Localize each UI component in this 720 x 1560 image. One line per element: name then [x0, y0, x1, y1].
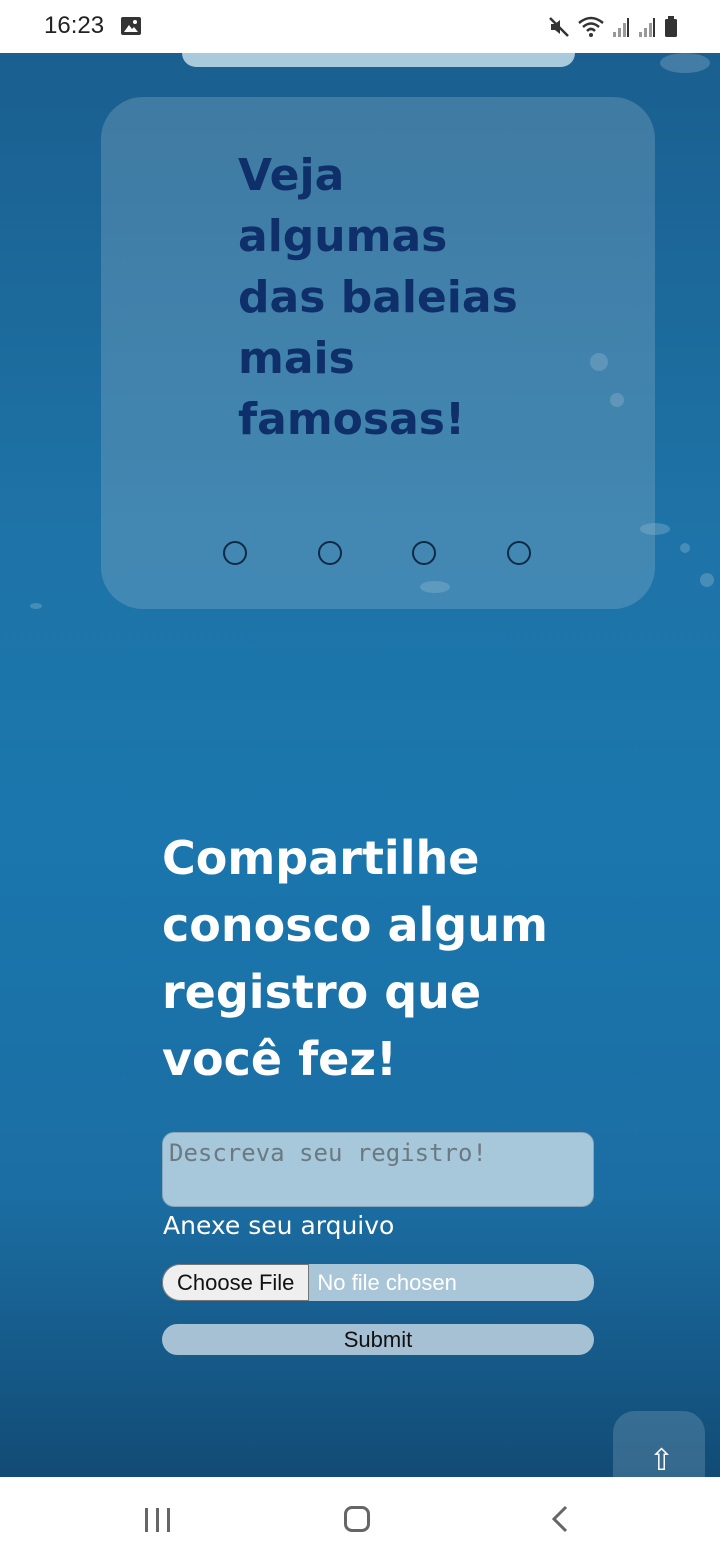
carousel-dot-4[interactable] — [507, 541, 531, 565]
status-icons — [548, 14, 678, 40]
gallery-icon — [121, 17, 141, 35]
status-bar: 16:23 — [0, 0, 720, 53]
recent-apps-icon[interactable] — [143, 1507, 173, 1533]
signal-icon — [613, 18, 629, 37]
arrow-up-icon: ⇧ — [649, 1443, 675, 1477]
carousel-dot-1[interactable] — [223, 541, 247, 565]
share-title: Compartilhe conosco algum registro que v… — [162, 831, 548, 1086]
status-time: 16:23 — [44, 12, 105, 39]
wifi-icon — [578, 16, 604, 37]
choose-file-button[interactable]: Choose File — [162, 1264, 310, 1301]
battery-icon — [665, 16, 677, 37]
bubble — [30, 603, 42, 609]
scroll-top-button[interactable]: ⇧ — [613, 1411, 705, 1477]
mute-icon — [549, 17, 569, 37]
top-tab — [182, 53, 575, 67]
carousel-dot-3[interactable] — [412, 541, 436, 565]
carousel-dots — [223, 541, 543, 569]
file-input[interactable]: Choose File No file chosen — [162, 1264, 594, 1301]
home-icon[interactable] — [344, 1506, 370, 1532]
description-input[interactable] — [162, 1132, 594, 1207]
carousel-title: Veja algumas das baleias mais famosas! — [238, 150, 518, 445]
no-file-text: No file chosen — [317, 1269, 457, 1295]
ocean-background: Veja algumas das baleias mais famosas! C… — [0, 53, 720, 1477]
bubble — [660, 53, 710, 73]
back-icon[interactable] — [550, 1505, 570, 1533]
navigation-bar — [0, 1477, 720, 1560]
submit-button[interactable]: Submit — [162, 1324, 594, 1355]
bubble — [680, 543, 690, 553]
bubble — [700, 573, 714, 587]
carousel-dot-2[interactable] — [318, 541, 342, 565]
file-label: Anexe seu arquivo — [163, 1211, 395, 1240]
signal-icon-2 — [639, 18, 655, 37]
